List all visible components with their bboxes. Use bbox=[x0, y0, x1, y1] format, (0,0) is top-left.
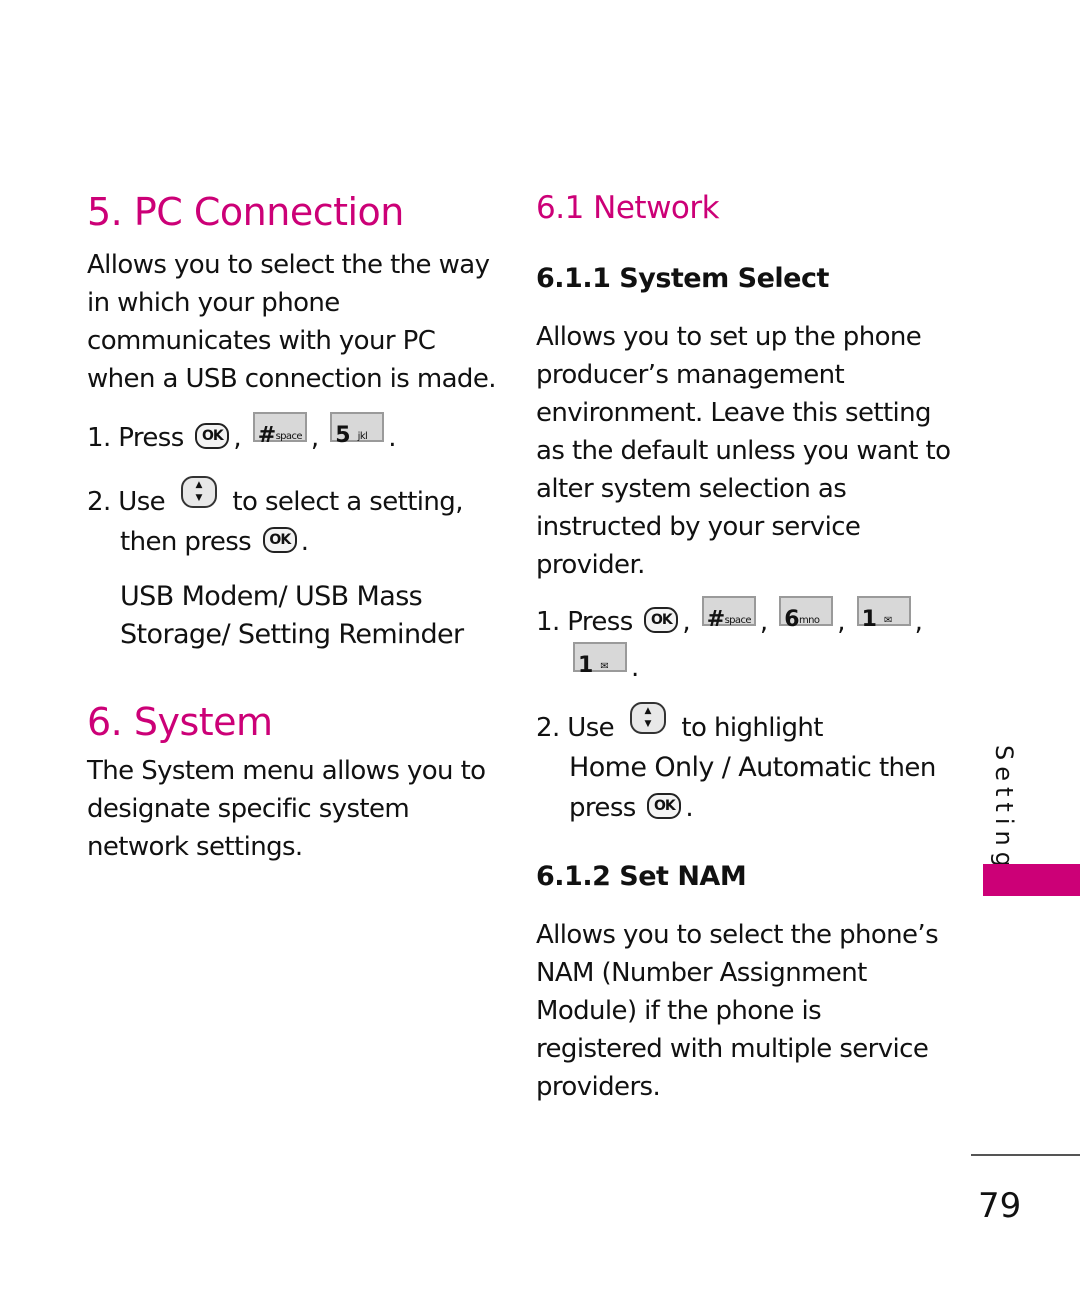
comma: , bbox=[914, 607, 923, 637]
key-main: 1 bbox=[578, 653, 593, 678]
system-description: The System menu allows you to designate … bbox=[87, 752, 487, 866]
step-prefix: 1. Press bbox=[87, 423, 184, 453]
period: . bbox=[300, 527, 309, 557]
step-prefix: 1. Press bbox=[536, 607, 633, 637]
system-select-step-2-line2: Home Only / Automatic then bbox=[536, 748, 936, 788]
text-line: providers. bbox=[536, 1072, 661, 1102]
system-select-step-1: 1. Press OK, #space, 6mno, 1 ✉, bbox=[536, 596, 936, 642]
step-prefix: 2. Use bbox=[87, 487, 166, 517]
comma: , bbox=[682, 607, 691, 637]
pc-options: USB Modem/ USB Mass Storage/ Setting Rem… bbox=[87, 578, 487, 654]
text-line: producer’s management bbox=[536, 360, 845, 390]
voicemail-icon: ✉ bbox=[883, 615, 892, 626]
text-line: Allows you to select the phone’s bbox=[536, 920, 939, 950]
pc-step-2: 2. Use ▲ ▼ to select a setting, bbox=[87, 476, 487, 522]
text-line: as the default unless you want to bbox=[536, 436, 951, 466]
five-key-icon: 5 jkl bbox=[330, 412, 385, 448]
key-sub: space bbox=[275, 431, 303, 442]
comma: , bbox=[310, 423, 319, 453]
system-select-step-1-line2: 1 ✉. bbox=[536, 642, 936, 688]
key-main: 1 bbox=[861, 607, 877, 632]
system-select-description: Allows you to set up the phone producer’… bbox=[536, 318, 951, 584]
text-line: The System menu allows you to bbox=[87, 756, 486, 786]
text-line: instructed by your service bbox=[536, 512, 861, 542]
arrow-down-icon: ▼ bbox=[644, 719, 652, 729]
text-line: Module) if the phone is bbox=[536, 996, 822, 1026]
period: . bbox=[631, 653, 639, 683]
ok-key-icon: OK bbox=[644, 607, 679, 633]
step-text: then press bbox=[120, 527, 252, 557]
nav-key-icon: ▲ ▼ bbox=[180, 476, 217, 508]
nav-key-icon: ▲ ▼ bbox=[629, 702, 666, 734]
pc-step-2-line2: then press OK. bbox=[87, 522, 487, 562]
hash-key-icon: #space bbox=[252, 412, 307, 448]
comma: , bbox=[837, 607, 845, 637]
comma: , bbox=[233, 423, 242, 453]
key-main: 5 bbox=[335, 423, 350, 448]
text-line: USB Modem/ USB Mass bbox=[120, 581, 423, 612]
hash-key-icon: #space bbox=[701, 596, 756, 632]
step-text: to select a setting, bbox=[232, 487, 463, 517]
pc-connection-heading: 5. PC Connection bbox=[87, 190, 404, 234]
key-main: 6 bbox=[784, 607, 799, 632]
ok-key-icon: OK bbox=[647, 793, 682, 819]
key-main: # bbox=[706, 607, 725, 632]
system-select-heading: 6.1.1 System Select bbox=[536, 263, 829, 294]
pc-step-1: 1. Press OK, #space, 5 jkl. bbox=[87, 412, 487, 458]
left-column: 5. PC Connection Allows you to select th… bbox=[87, 188, 497, 866]
text-line: designate specific system bbox=[87, 794, 410, 824]
arrow-up-icon: ▲ bbox=[644, 706, 652, 716]
comma: , bbox=[759, 607, 768, 637]
text-line: provider. bbox=[536, 550, 645, 580]
text-line: alter system selection as bbox=[536, 474, 847, 504]
key-sub: space bbox=[724, 615, 752, 626]
set-nam-heading: 6.1.2 Set NAM bbox=[536, 861, 747, 892]
key-sub: mno bbox=[798, 615, 820, 626]
pc-connection-description: Allows you to select the the way in whic… bbox=[87, 246, 497, 398]
text-line: Storage/ Setting Reminder bbox=[120, 619, 464, 650]
text-line: environment. Leave this setting bbox=[536, 398, 932, 428]
text-line: when a USB connection is made. bbox=[87, 364, 497, 394]
key-main: # bbox=[257, 423, 276, 448]
one-key-icon: 1 ✉ bbox=[856, 596, 911, 632]
step-text: then bbox=[871, 753, 936, 783]
network-heading: 6.1 Network bbox=[536, 190, 720, 226]
system-select-step-2-line3: press OK. bbox=[536, 788, 936, 828]
one-key-icon: 1 ✉ bbox=[573, 642, 627, 678]
footer-divider bbox=[971, 1154, 1080, 1156]
section-tab-marker bbox=[983, 864, 1080, 896]
step-text: to highlight bbox=[681, 713, 823, 743]
page-number: 79 bbox=[978, 1186, 1022, 1226]
ok-key-icon: OK bbox=[195, 423, 230, 449]
step-prefix: 2. Use bbox=[536, 713, 615, 743]
text-line: Allows you to set up the phone bbox=[536, 322, 922, 352]
set-nam-description: Allows you to select the phone’s NAM (Nu… bbox=[536, 916, 939, 1106]
arrow-up-icon: ▲ bbox=[195, 480, 203, 490]
voicemail-icon: ✉ bbox=[600, 661, 609, 672]
six-key-icon: 6mno bbox=[779, 596, 834, 632]
period: . bbox=[685, 793, 694, 823]
text-line: communicates with your PC bbox=[87, 326, 436, 356]
text-line: network settings. bbox=[87, 832, 303, 862]
ok-key-icon: OK bbox=[262, 527, 297, 553]
system-heading: 6. System bbox=[87, 700, 273, 744]
option-names: Home Only / Automatic bbox=[569, 752, 872, 783]
text-line: registered with multiple service bbox=[536, 1034, 929, 1064]
text-line: Allows you to select the the way bbox=[87, 250, 490, 280]
period: . bbox=[388, 423, 396, 453]
text-line: NAM (Number Assignment bbox=[536, 958, 867, 988]
system-select-step-2: 2. Use ▲ ▼ to highlight bbox=[536, 702, 936, 748]
key-sub: jkl bbox=[357, 431, 368, 442]
right-column: 6.1 Network 6.1.1 System Select Allows y… bbox=[536, 188, 951, 1106]
text-line: in which your phone bbox=[87, 288, 340, 318]
arrow-down-icon: ▼ bbox=[195, 493, 203, 503]
step-text: press bbox=[569, 793, 636, 823]
